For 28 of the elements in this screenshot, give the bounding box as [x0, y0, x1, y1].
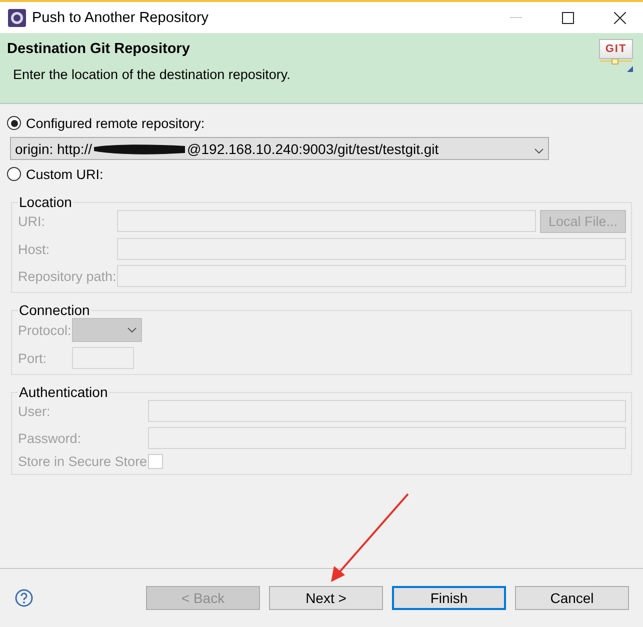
close-icon[interactable] — [614, 12, 626, 24]
group-title: Authentication — [18, 384, 109, 400]
radio-option[interactable]: Custom URI: — [7, 163, 632, 185]
field-label: URI: — [18, 214, 46, 229]
git-logo: GIT — [599, 39, 635, 73]
group-title: Location — [18, 194, 73, 210]
wizard-button[interactable]: Cancel — [515, 586, 629, 610]
chevron-down-icon — [534, 148, 544, 154]
radio-option[interactable]: Configured remote repository: — [7, 112, 632, 134]
remote-dropdown[interactable]: origin: http:// @192.168.10.240:9003/git/test/testgit.git — [10, 137, 549, 160]
page-title: Destination Git Repository — [7, 41, 190, 57]
field-label: Repository path: — [18, 268, 116, 284]
help-icon[interactable] — [15, 589, 33, 607]
field-label: Password: — [18, 430, 82, 446]
app-icon — [8, 8, 26, 26]
field-label: Store in Secure Store — [18, 454, 148, 469]
field-label: User: — [18, 404, 52, 418]
wizard-button[interactable]: Finish — [392, 586, 506, 610]
field-label: Port: — [18, 350, 48, 366]
wizard-button[interactable]: Next > — [269, 586, 383, 610]
maximize-icon[interactable] — [562, 12, 574, 24]
field-label: Protocol: — [18, 322, 72, 338]
minimize-icon[interactable] — [510, 16, 522, 18]
chevron-down-icon — [127, 327, 138, 333]
page-description: Enter the location of the destination repository. — [13, 67, 292, 82]
window-title: Push to Another Repository — [32, 10, 210, 26]
field-label: Host: — [18, 242, 51, 256]
group-title: Connection — [18, 302, 91, 318]
